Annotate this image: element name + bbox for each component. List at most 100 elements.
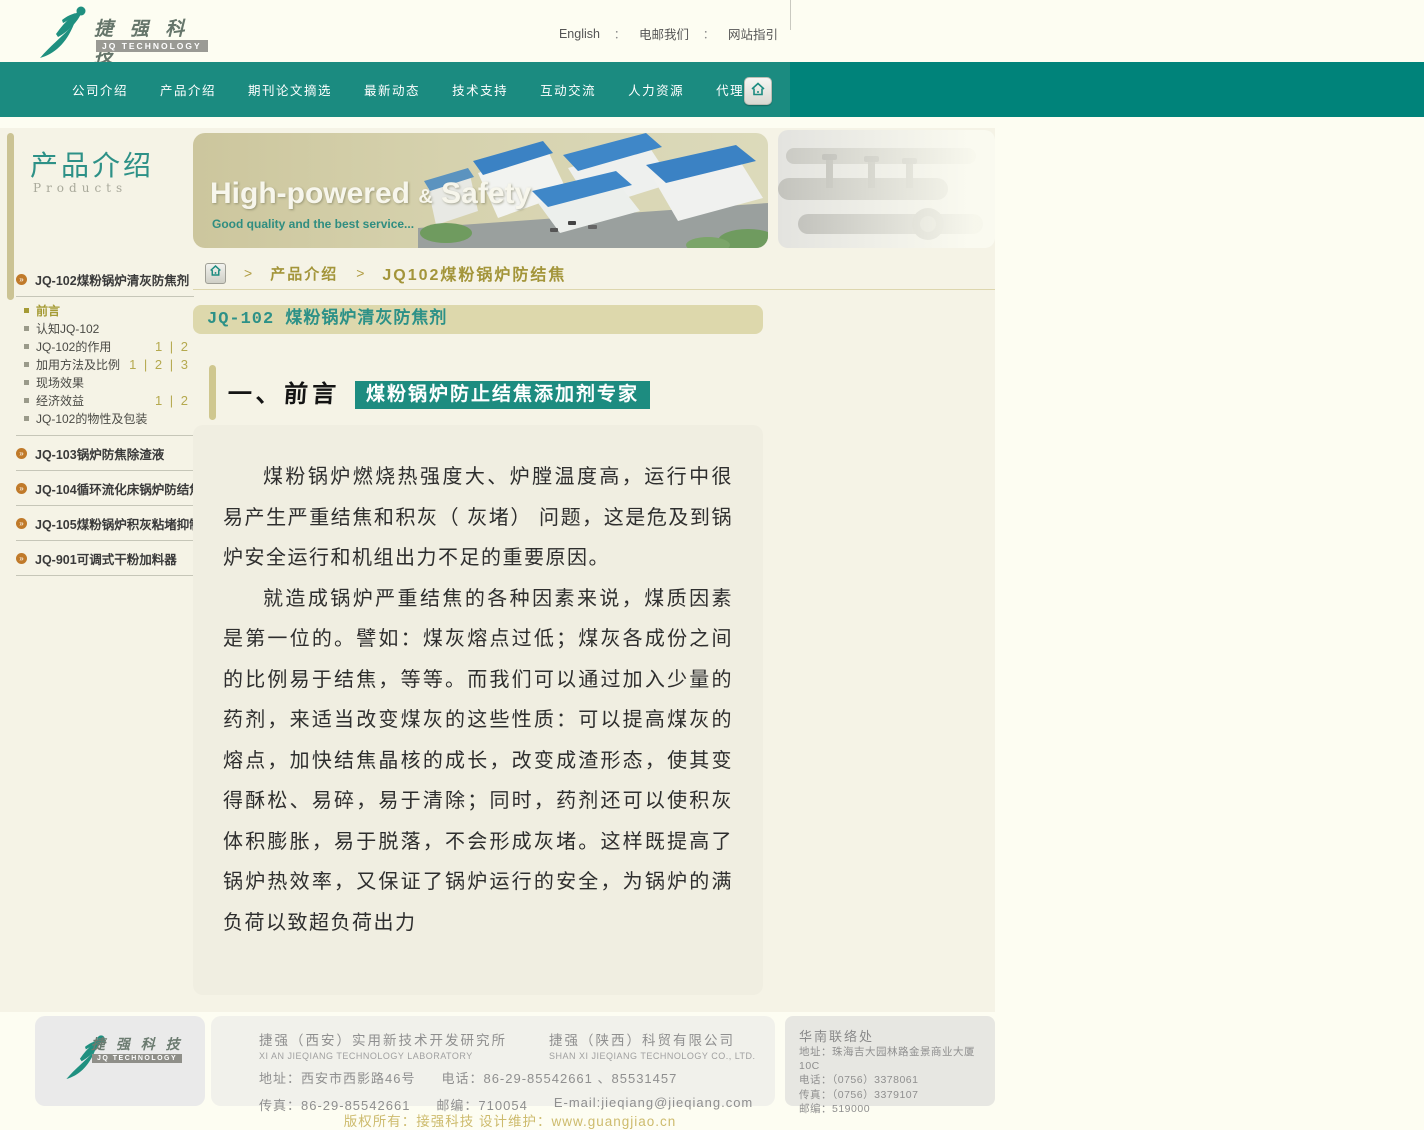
subitem-label: 前言	[36, 302, 60, 319]
footer-company-names: 捷强（西安）实用新技术开发研究所 XI AN JIEQIANG TECHNOLO…	[259, 1029, 775, 1061]
sidebar-title: 产品介绍	[30, 144, 154, 184]
footer-company-info: 捷强（西安）实用新技术开发研究所 XI AN JIEQIANG TECHNOLO…	[211, 1016, 775, 1106]
sidebar-item-jq104[interactable]: » JQ-104循环流化床锅炉防结焦剂	[14, 471, 194, 505]
sidebar-subitem-know-jq102[interactable]: 认知JQ-102	[24, 319, 194, 337]
subitem-label: 经济效益	[36, 392, 84, 409]
sidebar-item-jq105[interactable]: » JQ-105煤粉锅炉积灰粘堵抑制剂	[14, 506, 194, 540]
nav-item-products[interactable]: 产品介绍	[160, 80, 216, 99]
footer-logo-box: 捷 强 科 技 JQ TECHNOLOGY	[35, 1016, 205, 1106]
nav-item-news[interactable]: 最新动态	[364, 80, 420, 99]
south-office-fax: 传真：（0756）3379107	[799, 1089, 995, 1103]
link-separator: ：	[703, 26, 714, 42]
site-header: 捷 强 科 技 JQ TECHNOLOGY English ： 电邮我们 ： 网…	[0, 0, 1424, 62]
company-name-cn: 捷强（西安）实用新技术开发研究所	[259, 1029, 507, 1049]
subitem-label: 现场效果	[36, 374, 84, 391]
home-icon	[750, 81, 766, 102]
square-bullet-icon	[24, 398, 29, 403]
square-bullet-icon	[24, 362, 29, 367]
sidebar-subtitle: Products	[33, 181, 127, 195]
breadcrumb-divider	[193, 289, 995, 290]
site-logo[interactable]: 捷 强 科 技 JQ TECHNOLOGY	[36, 4, 216, 62]
banner-subtitle: Good quality and the best service...	[212, 217, 414, 231]
arrow-bullet-icon: »	[16, 448, 27, 459]
footer-logo-text-cn: 捷 强 科 技	[91, 1034, 183, 1054]
menu-divider	[16, 575, 194, 576]
image-fade-overlay	[778, 130, 995, 248]
sidebar-item-label: JQ-901可调式干粉加料器	[35, 549, 177, 568]
nav-item-hr[interactable]: 人力资源	[628, 80, 684, 99]
arrow-bullet-icon: »	[16, 553, 27, 564]
south-office-address: 地址：珠海吉大园林路金景商业大厦10C	[799, 1046, 995, 1073]
sidebar-menu: » JQ-102煤粉锅炉清灰防焦剂 前言 认知JQ-102 JQ-102的作用 …	[14, 262, 194, 576]
square-bullet-icon	[24, 416, 29, 421]
breadcrumb-separator: >	[244, 265, 252, 281]
company-name-cn: 捷强（陕西）科贸有限公司	[549, 1029, 756, 1049]
link-english[interactable]: English	[559, 27, 600, 41]
sidebar-item-label: JQ-102煤粉锅炉清灰防焦剂	[35, 270, 189, 289]
breadcrumb-current-page: JQ102煤粉锅炉防结焦	[382, 261, 566, 285]
paragraph-2: 就造成锅炉严重结焦的各种因素来说，煤质因素是第一位的。譬如：煤灰熔点过低；煤灰各…	[223, 579, 733, 944]
pagination-links[interactable]: 1 | 2	[155, 393, 194, 408]
subitem-label: 认知JQ-102	[36, 320, 99, 337]
sidebar-item-jq102[interactable]: » JQ-102煤粉锅炉清灰防焦剂	[14, 262, 194, 296]
sidebar-item-jq901[interactable]: » JQ-901可调式干粉加料器	[14, 541, 194, 575]
sidebar-item-label: JQ-103锅炉防焦除渣液	[35, 444, 164, 463]
banner-title: High-powered & Safety	[210, 177, 531, 211]
breadcrumb-home-button[interactable]	[205, 263, 226, 284]
breadcrumb: > 产品介绍 > JQ102煤粉锅炉防结焦	[205, 261, 566, 285]
page-title: JQ-102 煤粉锅炉清灰防焦剂	[193, 310, 447, 329]
footer-company-1: 捷强（西安）实用新技术开发研究所 XI AN JIEQIANG TECHNOLO…	[259, 1029, 507, 1061]
link-email-us[interactable]: 电邮我们	[639, 24, 689, 43]
footer-company-2: 捷强（陕西）科贸有限公司 SHAN XI JIEQIANG TECHNOLOGY…	[549, 1029, 756, 1061]
footer-contact-line-1: 地址：西安市西影路46号 电话：86-29-85542661 、85531457	[259, 1068, 775, 1087]
pagination-links[interactable]: 1 | 2	[155, 339, 194, 354]
arrow-bullet-icon: »	[16, 483, 27, 494]
company-name-en: XI AN JIEQIANG TECHNOLOGY LABORATORY	[259, 1051, 507, 1061]
header-divider	[790, 0, 791, 30]
section-accent-bar	[209, 365, 216, 420]
section-badge: 煤粉锅炉防止结焦添加剂专家	[355, 381, 650, 409]
nav-items: 公司介绍 产品介绍 期刊论文摘选 最新动态 技术支持 互动交流 人力资源 代理合…	[72, 62, 772, 117]
main-nav: 公司介绍 产品介绍 期刊论文摘选 最新动态 技术支持 互动交流 人力资源 代理合…	[0, 62, 1424, 117]
pagination-links[interactable]: 1 | 2 | 3	[129, 357, 194, 372]
sidebar-subitem-field-effect[interactable]: 现场效果	[24, 373, 194, 391]
sidebar-subitem-dosage[interactable]: 加用方法及比例 1 | 2 | 3	[24, 355, 194, 373]
nav-item-interaction[interactable]: 互动交流	[540, 80, 596, 99]
arrow-bullet-icon: »	[16, 274, 27, 285]
nav-item-journal[interactable]: 期刊论文摘选	[248, 80, 332, 99]
nav-item-tech-support[interactable]: 技术支持	[452, 80, 508, 99]
square-bullet-icon	[24, 344, 29, 349]
sidebar-sublist: 前言 认知JQ-102 JQ-102的作用 1 | 2 加用方法及比例 1 | …	[14, 297, 194, 435]
subitem-label: 加用方法及比例	[36, 356, 120, 373]
link-separator: ：	[614, 26, 625, 42]
home-icon	[209, 264, 222, 282]
square-bullet-icon	[24, 326, 29, 331]
sidebar-subitem-function[interactable]: JQ-102的作用 1 | 2	[24, 337, 194, 355]
subitem-label: JQ-102的物性及包装	[36, 410, 147, 427]
logo-text-en: JQ TECHNOLOGY	[96, 40, 208, 52]
nav-item-company[interactable]: 公司介绍	[72, 80, 128, 99]
sidebar-subitem-properties[interactable]: JQ-102的物性及包装	[24, 409, 194, 427]
sidebar-subitem-foreword[interactable]: 前言	[24, 301, 194, 319]
banner-factory-image: High-powered & Safety Good quality and t…	[193, 133, 768, 248]
home-button[interactable]	[744, 77, 772, 105]
south-office-title: 华南联络处	[799, 1026, 995, 1045]
footer-logo-text-en: JQ TECHNOLOGY	[92, 1054, 182, 1063]
breadcrumb-link-products[interactable]: 产品介绍	[270, 263, 338, 284]
sidebar-accent-bar	[7, 133, 14, 300]
article-body: 煤粉锅炉燃烧热强度大、炉膛温度高，运行中很易产生严重结焦和积灰（ 灰堵） 问题，…	[193, 425, 763, 995]
sidebar-item-label: JQ-104循环流化床锅炉防结焦剂	[35, 479, 214, 498]
breadcrumb-separator: >	[356, 265, 364, 281]
sidebar-item-jq103[interactable]: » JQ-103锅炉防焦除渣液	[14, 436, 194, 470]
link-sitemap[interactable]: 网站指引	[728, 24, 778, 43]
subitem-label: JQ-102的作用	[36, 338, 111, 355]
footer-phone: 电话：86-29-85542661 、85531457	[441, 1068, 677, 1087]
arrow-bullet-icon: »	[16, 518, 27, 529]
sidebar-subitem-economic[interactable]: 经济效益 1 | 2	[24, 391, 194, 409]
footer-address: 地址：西安市西影路46号	[259, 1068, 415, 1087]
square-bullet-icon	[24, 308, 29, 313]
south-office-phone: 电话：（0756）3378061	[799, 1074, 995, 1088]
designer-site-link[interactable]: www.guangjiao.cn	[551, 1114, 676, 1129]
square-bullet-icon	[24, 380, 29, 385]
company-name-en: SHAN XI JIEQIANG TECHNOLOGY CO., LTD.	[549, 1051, 756, 1061]
